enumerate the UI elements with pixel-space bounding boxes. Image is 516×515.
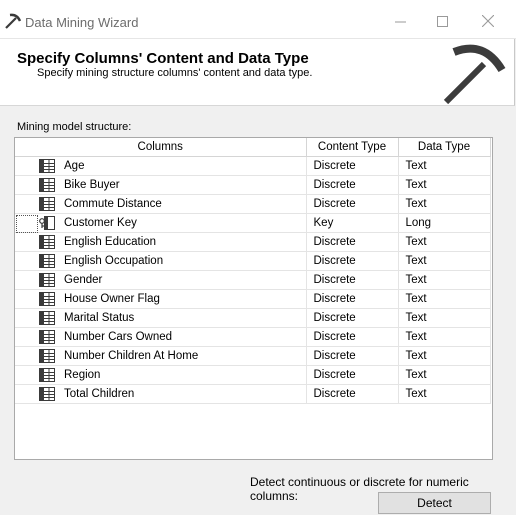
column-name-cell[interactable]: English Education [15,232,307,252]
column-name-label: Number Cars Owned [64,331,173,343]
data-type-cell[interactable]: Text [398,232,491,252]
column-name-cell[interactable]: Number Children At Home [15,346,307,366]
data-type-cell[interactable]: Text [398,346,491,366]
column-icon [39,330,55,344]
mining-model-structure-label: Mining model structure: [17,121,132,133]
minimize-icon [394,21,406,22]
maximize-icon [436,15,448,27]
column-name-cell[interactable]: Total Children [15,384,307,404]
column-name-cell[interactable]: Commute Distance [15,194,307,214]
data-type-cell[interactable]: Text [398,175,491,195]
table-row[interactable]: Bike Buyer Discrete Text [15,175,491,195]
column-icon [39,254,55,268]
column-icon [39,235,55,249]
column-name-label: Age [64,160,85,172]
content-type-cell[interactable]: Discrete [306,365,399,385]
content-type-header[interactable]: Content Type [306,138,399,157]
column-icon [39,311,55,325]
column-icon [39,273,55,287]
table-row[interactable]: Commute Distance Discrete Text [15,194,491,214]
column-name-label: Customer Key [64,217,137,229]
table-row[interactable]: House Owner Flag Discrete Text [15,289,491,309]
columns-header[interactable]: Columns [15,138,307,157]
content-type-cell[interactable]: Discrete [306,308,399,328]
page-title: Specify Columns' Content and Data Type [17,50,309,67]
close-button[interactable] [474,8,502,34]
column-name-label: Bike Buyer [64,179,120,191]
data-type-header[interactable]: Data Type [398,138,491,157]
data-type-cell[interactable]: Text [398,156,491,176]
data-type-cell[interactable]: Text [398,384,491,404]
table-row[interactable]: English Occupation Discrete Text [15,251,491,271]
content-type-cell[interactable]: Discrete [306,289,399,309]
column-name-label: Marital Status [64,312,135,324]
column-name-cell[interactable]: Marital Status [15,308,307,328]
content-type-cell[interactable]: Discrete [306,232,399,252]
page-subtitle: Specify mining structure columns' conten… [37,67,313,79]
column-name-cell[interactable]: Bike Buyer [15,175,307,195]
table-row[interactable]: Number Cars Owned Discrete Text [15,327,491,347]
content-type-cell[interactable]: Discrete [306,251,399,271]
column-name-label: House Owner Flag [64,293,160,305]
column-icon [39,159,55,173]
column-icon [39,387,55,401]
column-name-label: Region [64,369,101,381]
content-type-cell[interactable]: Discrete [306,175,399,195]
column-icon [39,178,55,192]
column-name-cell[interactable]: Number Cars Owned [15,327,307,347]
content-type-cell[interactable]: Discrete [306,270,399,290]
detect-button[interactable]: Detect [378,492,491,514]
columns-grid[interactable]: Columns Content Type Data Type Age Discre… [14,137,493,460]
column-name-cell[interactable]: House Owner Flag [15,289,307,309]
column-name-cell[interactable]: Gender [15,270,307,290]
key-column-icon [39,216,55,230]
table-row[interactable]: Marital Status Discrete Text [15,308,491,328]
window-title: Data Mining Wizard [25,15,139,30]
content-type-cell[interactable]: Discrete [306,194,399,214]
data-type-cell[interactable]: Text [398,251,491,271]
column-name-label: English Occupation [64,255,164,267]
wizard-header: Specify Columns' Content and Data Type S… [0,39,515,106]
column-icon [39,368,55,382]
content-type-cell[interactable]: Discrete [306,156,399,176]
column-name-label: Commute Distance [64,198,162,210]
pickaxe-logo-icon [443,44,506,104]
table-row[interactable]: Gender Discrete Text [15,270,491,290]
table-row[interactable]: Total Children Discrete Text [15,384,491,404]
table-row[interactable]: Number Children At Home Discrete Text [15,346,491,366]
close-icon [482,15,494,27]
maximize-button[interactable] [428,8,456,34]
pickaxe-app-icon [5,13,22,29]
content-type-cell[interactable]: Discrete [306,384,399,404]
column-name-label: Number Children At Home [64,350,199,362]
column-icon [39,292,55,306]
data-type-cell[interactable]: Text [398,270,491,290]
column-icon [39,197,55,211]
table-row[interactable]: Age Discrete Text [15,156,491,176]
data-type-cell[interactable]: Long [398,213,491,233]
minimize-button[interactable] [386,8,414,34]
column-name-cell[interactable]: Region [15,365,307,385]
column-name-cell[interactable]: English Occupation [15,251,307,271]
data-type-cell[interactable]: Text [398,327,491,347]
table-row[interactable]: Region Discrete Text [15,365,491,385]
data-type-cell[interactable]: Text [398,289,491,309]
column-name-label: English Education [64,236,157,248]
column-name-cell[interactable]: Customer Key [15,213,307,233]
data-type-cell[interactable]: Text [398,365,491,385]
content-type-cell[interactable]: Discrete [306,346,399,366]
column-icon [39,349,55,363]
column-name-cell[interactable]: Age [15,156,307,176]
column-name-label: Total Children [64,388,135,400]
content-type-cell[interactable]: Discrete [306,327,399,347]
data-type-cell[interactable]: Text [398,308,491,328]
data-type-cell[interactable]: Text [398,194,491,214]
column-name-label: Gender [64,274,103,286]
title-bar: Data Mining Wizard [0,0,516,39]
content-type-cell[interactable]: Key [306,213,399,233]
row-focus-indicator [16,215,38,233]
table-row[interactable]: Customer Key Key Long [15,213,491,233]
table-row[interactable]: English Education Discrete Text [15,232,491,252]
